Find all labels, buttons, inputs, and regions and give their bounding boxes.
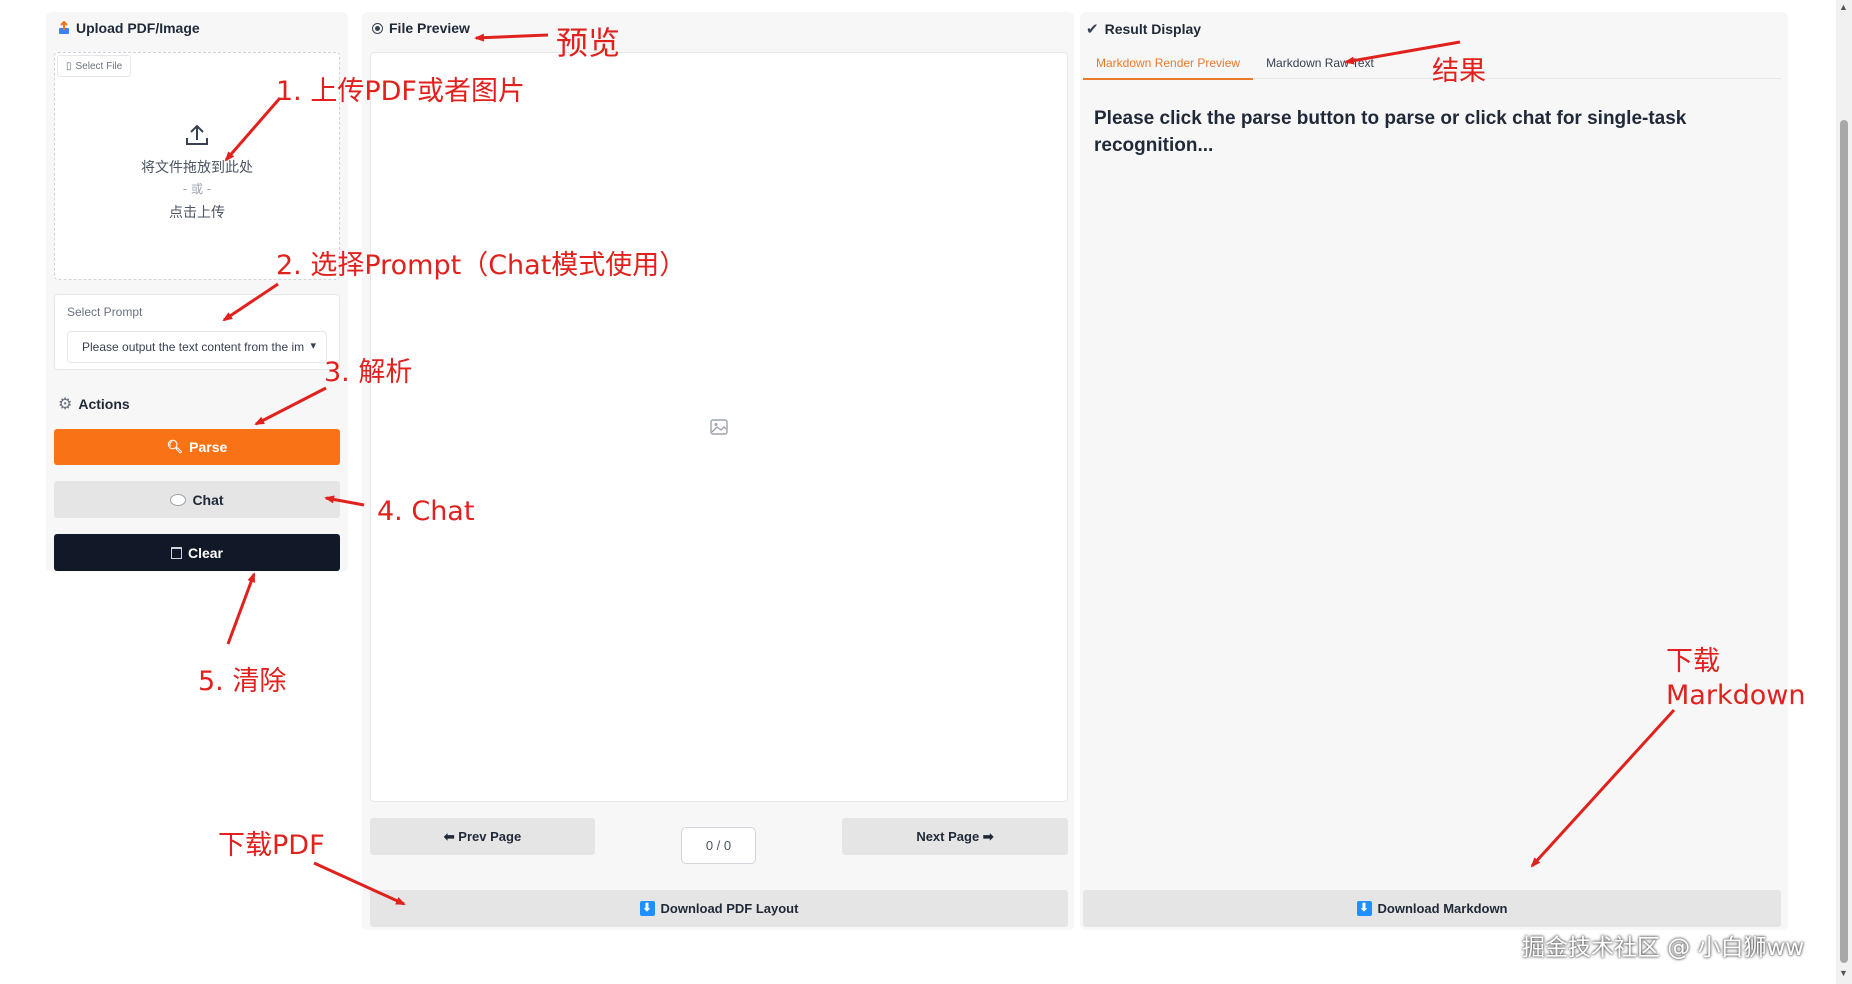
annotation-download-md-line2: Markdown <box>1666 680 1806 711</box>
annotation-chat: 4. Chat <box>377 496 475 527</box>
arrow-preview <box>474 33 549 42</box>
arrow-prompt <box>222 282 279 322</box>
arrow-chat <box>324 495 365 507</box>
annotation-upload: 1. 上传PDF或者图片 <box>276 76 525 107</box>
arrow-upload <box>224 97 282 162</box>
arrow-download-pdf <box>313 861 406 906</box>
annotation-parse: 3. 解析 <box>324 357 413 388</box>
watermark: 掘金技术社区 @ 小白狮ww <box>1522 935 1805 961</box>
annotation-preview: 预览 <box>556 24 621 62</box>
annotation-result: 结果 <box>1432 56 1486 87</box>
annotation-download-md-line1: 下载 <box>1666 646 1720 677</box>
annotation-clear: 5. 清除 <box>198 666 287 697</box>
arrow-clear <box>226 572 256 645</box>
annotation-download-pdf: 下载PDF <box>218 830 325 861</box>
annotation-prompt: 2. 选择Prompt（Chat模式使用） <box>276 250 687 281</box>
arrow-download-md <box>1530 708 1676 868</box>
arrow-parse <box>254 386 327 426</box>
